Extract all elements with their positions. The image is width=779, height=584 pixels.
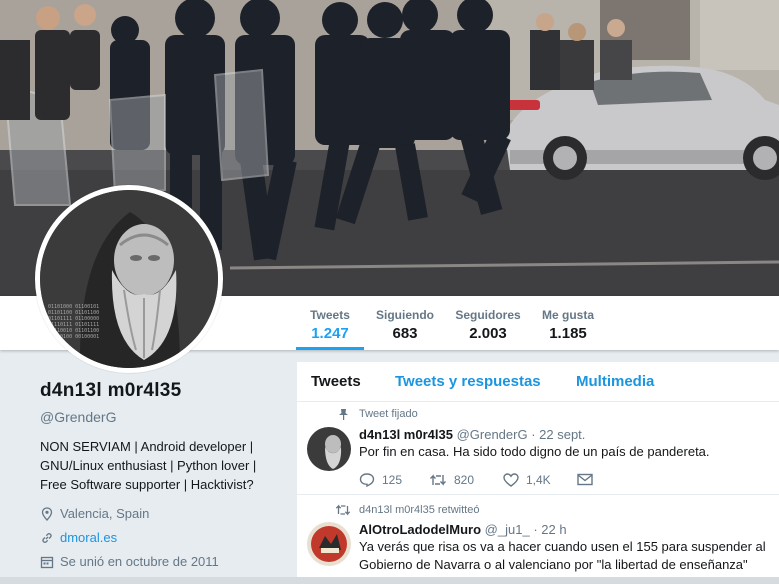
profile-website[interactable]: dmoral.es xyxy=(40,530,280,545)
tweet-context: d4n13l m0r4l35 retwitteó xyxy=(359,504,480,516)
tweet-item[interactable]: Tweet fijado d4n13l m0r4l35 @GrenderG · … xyxy=(297,402,779,495)
timeline-tabs: Tweets Tweets y respuestas Multimedia xyxy=(297,362,779,402)
reply-button[interactable]: 125 xyxy=(359,473,402,487)
tweet-item[interactable]: d4n13l m0r4l35 retwitteó AlOtroLadodelMu… xyxy=(297,496,779,584)
tweet-avatar-image xyxy=(307,427,351,471)
profile-location: Valencia, Spain xyxy=(40,506,280,521)
stat-value: 683 xyxy=(392,325,418,342)
tab-tweets[interactable]: Tweets xyxy=(311,373,361,390)
stat-label: Siguiendo xyxy=(376,308,434,322)
joined-text: Se unió en octubre de 2011 xyxy=(60,554,219,569)
stat-value: 1.185 xyxy=(549,325,587,342)
tweet-avatar-image xyxy=(307,522,351,566)
stat-value: 1.247 xyxy=(311,325,349,342)
tweet-author-handle[interactable]: @GrenderG xyxy=(457,427,528,442)
link-icon xyxy=(42,532,52,543)
retweeted-icon xyxy=(335,504,351,516)
bottom-edge xyxy=(0,577,779,584)
tab-tweets-and-replies[interactable]: Tweets y respuestas xyxy=(395,373,541,390)
tweet-header: AlOtroLadodelMuro @_ju1_ · 22 h xyxy=(359,522,567,537)
pin-icon xyxy=(339,409,348,420)
reply-count: 125 xyxy=(382,473,403,487)
retweet-icon xyxy=(430,474,446,486)
like-count: 1,4K xyxy=(526,473,551,487)
retweet-button[interactable]: 820 xyxy=(429,473,474,487)
avatar-bust-image: 01101000 01100101 01101100 01101100 0110… xyxy=(40,190,218,368)
tweet-avatar[interactable] xyxy=(307,427,351,471)
profile-joined: Se unió en octubre de 2011 xyxy=(40,554,280,569)
timeline: Tweets Tweets y respuestas Multimedia Tw… xyxy=(297,362,779,584)
stat-value: 2.003 xyxy=(469,325,507,342)
calendar-icon xyxy=(40,556,54,568)
stat-following[interactable]: Siguiendo 683 xyxy=(372,296,438,350)
like-button[interactable]: 1,4K xyxy=(503,473,551,487)
stat-tweets[interactable]: Tweets 1.247 xyxy=(296,296,364,350)
tweet-author-handle[interactable]: @_ju1_ xyxy=(485,522,530,537)
tweet-date[interactable]: · 22 h xyxy=(533,522,566,537)
tab-media[interactable]: Multimedia xyxy=(576,373,654,390)
stat-label: Tweets xyxy=(310,308,350,322)
reply-icon xyxy=(359,473,375,487)
profile-avatar[interactable]: 01101000 01100101 01101100 01101100 0110… xyxy=(35,185,223,373)
profile-name[interactable]: d4n13l m0r4l35 xyxy=(40,380,280,402)
envelope-icon xyxy=(577,473,593,486)
stat-label: Seguidores xyxy=(455,308,521,322)
profile-card: d4n13l m0r4l35 @GrenderG NON SERVIAM | A… xyxy=(40,380,280,569)
retweet-count: 820 xyxy=(454,473,475,487)
heart-icon xyxy=(503,473,519,487)
direct-message-button[interactable] xyxy=(577,473,593,486)
tweet-author-name[interactable]: d4n13l m0r4l35 xyxy=(359,427,453,442)
profile-handle[interactable]: @GrenderG xyxy=(40,409,280,425)
stat-followers[interactable]: Seguidores 2.003 xyxy=(452,296,524,350)
website-link[interactable]: dmoral.es xyxy=(60,530,117,545)
stat-label: Me gusta xyxy=(541,308,594,322)
tweet-text: Por fin en casa. Ha sido todo digno de u… xyxy=(359,444,710,459)
location-pin-icon xyxy=(41,506,53,521)
tweet-date[interactable]: · 22 sept. xyxy=(531,427,585,442)
stat-likes[interactable]: Me gusta 1.185 xyxy=(536,296,600,350)
tweet-avatar[interactable] xyxy=(307,522,351,566)
tweet-text: Ya verás que risa os va a hacer cuando u… xyxy=(359,539,766,572)
tweet-author-name[interactable]: AlOtroLadodelMuro xyxy=(359,522,481,537)
tweet-header: d4n13l m0r4l35 @GrenderG · 22 sept. xyxy=(359,427,585,442)
tweet-context: Tweet fijado xyxy=(359,408,418,420)
location-text: Valencia, Spain xyxy=(60,506,150,521)
profile-bio: NON SERVIAM | Android developer | GNU/Li… xyxy=(40,439,257,492)
